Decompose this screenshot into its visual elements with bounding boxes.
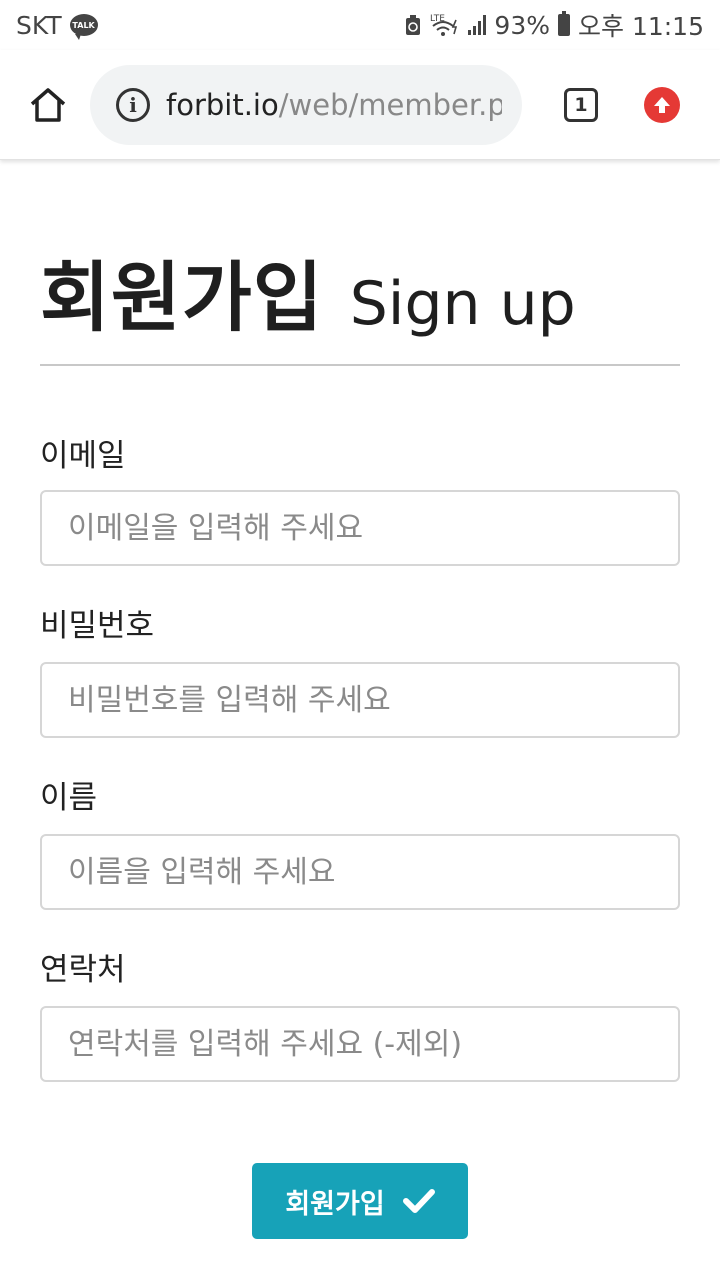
title-divider <box>40 364 680 366</box>
tab-count-label: 1 <box>574 93 588 116</box>
tab-switcher-button[interactable]: 1 <box>564 87 598 122</box>
url-path: /web/member.p <box>278 87 502 122</box>
title-english: Sign up <box>349 269 576 339</box>
email-field[interactable] <box>40 490 680 566</box>
address-bar[interactable]: i forbit.io/web/member.p <box>90 64 522 145</box>
status-left: SKT TALK <box>16 11 98 40</box>
email-label: 이메일 <box>40 438 126 474</box>
password-label: 비밀번호 <box>40 608 155 644</box>
check-icon <box>402 1189 435 1213</box>
signup-submit-button[interactable]: 회원가입 <box>252 1163 468 1239</box>
kakaotalk-icon: TALK <box>69 14 98 40</box>
phone-field[interactable] <box>40 1006 680 1082</box>
talk-badge-label: TALK <box>72 20 95 30</box>
home-icon <box>30 87 66 122</box>
battery-percent: 93% <box>494 10 550 40</box>
url-text[interactable]: forbit.io/web/member.p <box>166 88 502 122</box>
name-field[interactable] <box>40 834 680 910</box>
title-korean: 회원가입 <box>40 253 324 342</box>
carrier-label: SKT <box>16 10 62 40</box>
update-arrow-icon <box>654 96 670 113</box>
signup-content: 회원가입 Sign up 이메일 비밀번호 이름 연락처 <box>40 160 680 1082</box>
recycle-icon <box>404 14 422 36</box>
phone-label: 연락처 <box>40 952 126 988</box>
status-right: LTE 93% 오후 11:15 <box>404 7 704 43</box>
page-title: 회원가입 Sign up <box>40 236 680 342</box>
battery-icon <box>558 11 570 36</box>
signal-icon <box>468 15 487 35</box>
submit-label: 회원가입 <box>285 1188 385 1220</box>
password-field[interactable] <box>40 662 680 738</box>
status-bar: SKT TALK LTE 93% 오후 11:15 <box>0 0 720 50</box>
update-button[interactable] <box>644 86 680 123</box>
url-host: forbit.io <box>166 87 279 122</box>
home-button[interactable] <box>18 75 78 135</box>
info-icon[interactable]: i <box>116 87 150 122</box>
clock-time: 오후 11:15 <box>578 12 704 41</box>
wifi-icon: LTE <box>430 12 460 38</box>
name-label: 이름 <box>40 780 98 816</box>
browser-toolbar: i forbit.io/web/member.p 1 <box>0 50 720 160</box>
